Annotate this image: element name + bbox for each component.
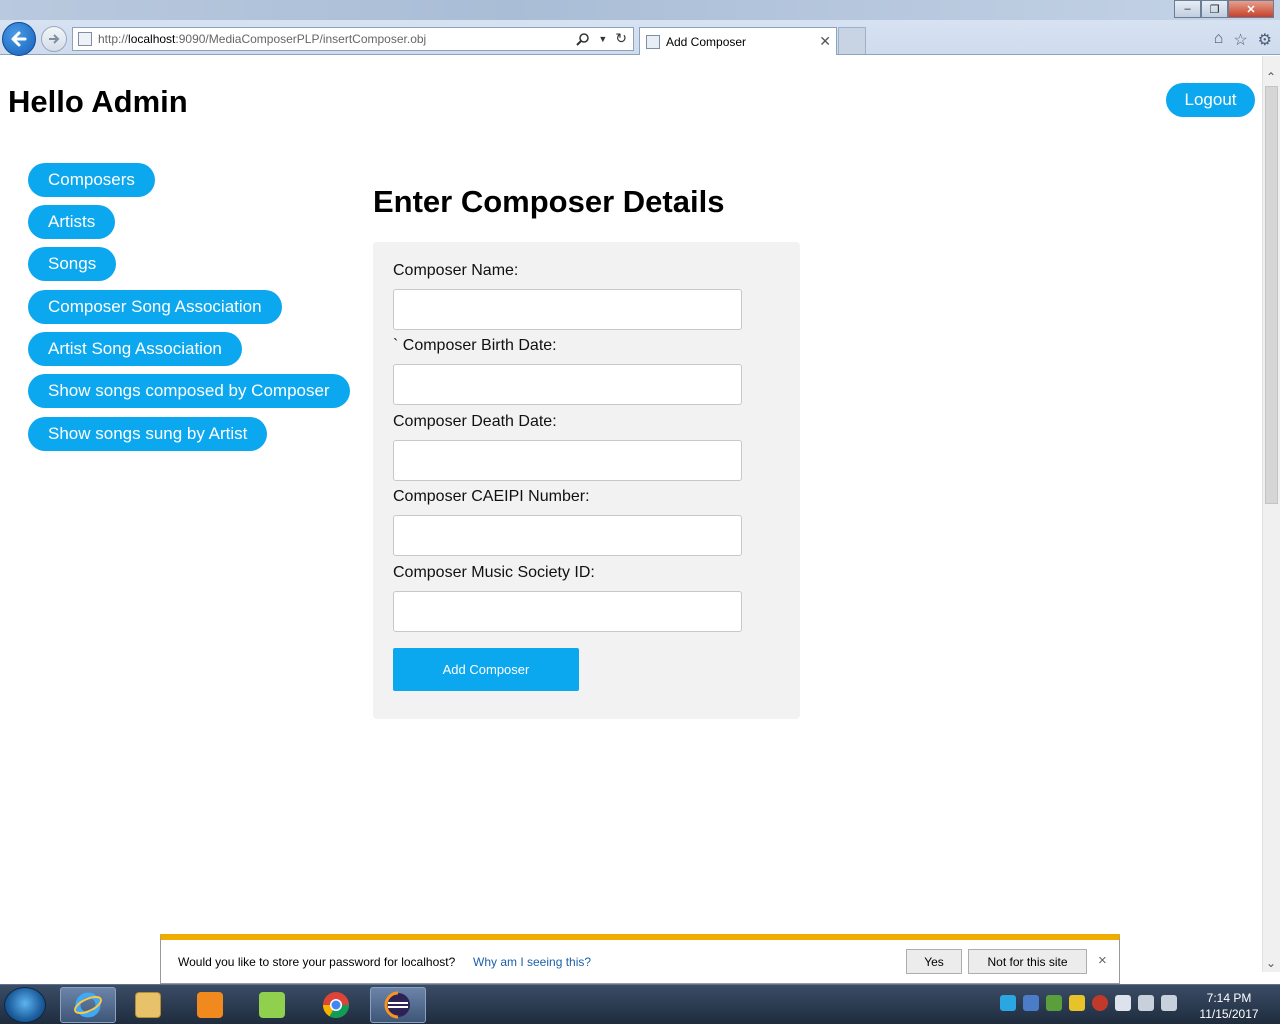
eclipse-logo-icon [384,991,410,1019]
chrome-taskbar-icon[interactable] [308,987,364,1023]
address-bar[interactable]: http://localhost:9090/MediaComposerPLP/i… [72,27,634,51]
sidebar-item-composers[interactable]: Composers [28,163,155,197]
tab-close-icon[interactable]: ✕ [819,33,831,50]
tab-add-composer[interactable]: Add Composer ✕ [639,27,837,55]
forward-button[interactable] [41,26,67,52]
scroll-up-icon[interactable]: ⌃ [1266,70,1276,84]
taskbar-clock[interactable]: 7:14 PM 11/15/2017 [1196,990,1262,1022]
security-shield-icon[interactable] [1046,995,1062,1011]
back-arrow-icon [11,31,27,47]
notepad-icon [259,992,285,1018]
tab-title: Add Composer [666,34,747,49]
sidebar-item-songs-by-artist[interactable]: Show songs sung by Artist [28,417,268,451]
media-player-taskbar-icon[interactable] [182,987,238,1023]
window-controls: – ❐ ✕ [1174,0,1274,18]
close-icon[interactable]: × [1098,952,1107,969]
tab-favicon-icon [646,34,660,49]
composer-death-date-field[interactable] [393,440,742,481]
url-host: localhost [128,32,176,46]
system-tray [1000,995,1177,1011]
ie-logo-icon [74,992,102,1018]
clock-date: 11/15/2017 [1199,1007,1259,1021]
sidebar-item-composer-song-association[interactable]: Composer Song Association [28,290,282,324]
composer-death-date-label: Composer Death Date: [393,413,557,430]
network-monitor-icon[interactable] [1023,995,1039,1011]
back-button[interactable] [2,22,36,56]
sidebar-item-artists[interactable]: Artists [28,205,116,239]
clock-time: 7:14 PM [1206,991,1252,1005]
why-seeing-this-link[interactable]: Why am I seeing this? [473,955,591,969]
forward-arrow-icon [49,34,60,44]
chrome-logo-icon [322,992,350,1019]
form-title: Enter Composer Details [373,184,725,219]
yes-button[interactable]: Yes [906,949,962,974]
internet-explorer-taskbar-icon[interactable] [60,987,116,1023]
scrollbar-thumb[interactable] [1265,86,1278,504]
composer-caeipi-field[interactable] [393,515,742,556]
sidebar-item-artist-song-association[interactable]: Artist Song Association [28,332,242,366]
sidebar-item-songs-by-composer[interactable]: Show songs composed by Composer [28,374,350,408]
browser-chrome: – ❐ ✕ http://localhost:9090/MediaCompose… [0,0,1280,56]
composer-form: Composer Name: ` Composer Birth Date: Co… [373,242,800,719]
home-icon[interactable]: ⌂ [1214,30,1224,50]
composer-name-label: Composer Name: [393,262,519,279]
greeting-heading: Hello Admin [8,84,188,119]
eclipse-taskbar-icon[interactable] [370,987,426,1023]
start-button[interactable] [4,987,46,1023]
notepad-plus-taskbar-icon[interactable] [244,987,300,1023]
not-for-this-site-button[interactable]: Not for this site [968,949,1087,974]
composer-name-field[interactable] [393,289,742,330]
volume-icon[interactable] [1161,995,1177,1011]
composer-birth-date-field[interactable] [393,364,742,405]
url-path: :9090/MediaComposerPLP/insertComposer.ob… [175,32,427,46]
media-player-icon [197,992,223,1018]
password-notification-bar: Would you like to store your password fo… [160,934,1120,984]
action-center-flag-icon[interactable] [1115,995,1131,1011]
skype-icon[interactable] [1000,995,1016,1011]
dropdown-icon[interactable]: ▼ [598,34,607,44]
file-explorer-taskbar-icon[interactable] [120,987,176,1023]
minimize-icon[interactable]: – [1174,0,1201,18]
notification-icon[interactable] [1069,995,1085,1011]
title-bar [0,0,1280,20]
vertical-scrollbar[interactable]: ⌃ ⌄ [1262,56,1280,972]
new-tab-button[interactable] [838,27,866,54]
favorites-star-icon[interactable]: ☆ [1233,30,1247,50]
url-prefix: http:// [98,32,129,46]
sidebar-item-songs[interactable]: Songs [28,247,117,281]
logout-button[interactable]: Logout [1166,83,1255,117]
page-content: Hello Admin Logout Composers Artists Son… [0,56,1262,934]
composer-society-id-label: Composer Music Society ID: [393,564,595,581]
composer-birth-date-label: ` Composer Birth Date: [393,337,557,354]
scroll-down-icon[interactable]: ⌄ [1266,956,1276,970]
restore-icon[interactable]: ❐ [1201,0,1228,18]
settings-gear-icon[interactable]: ⚙ [1258,30,1272,50]
password-prompt-text: Would you like to store your password fo… [178,955,456,969]
composer-society-id-field[interactable] [393,591,742,632]
page-icon [78,32,92,46]
refresh-icon[interactable]: ↻ [615,30,627,47]
taskbar: 7:14 PM 11/15/2017 [0,984,1280,1024]
search-icon[interactable] [576,32,590,46]
window-close-icon[interactable]: ✕ [1228,0,1274,18]
folder-icon [135,992,161,1018]
antivirus-icon[interactable] [1092,995,1108,1011]
composer-caeipi-label: Composer CAEIPI Number: [393,488,590,505]
add-composer-button[interactable]: Add Composer [393,648,579,691]
network-icon[interactable] [1138,995,1154,1011]
